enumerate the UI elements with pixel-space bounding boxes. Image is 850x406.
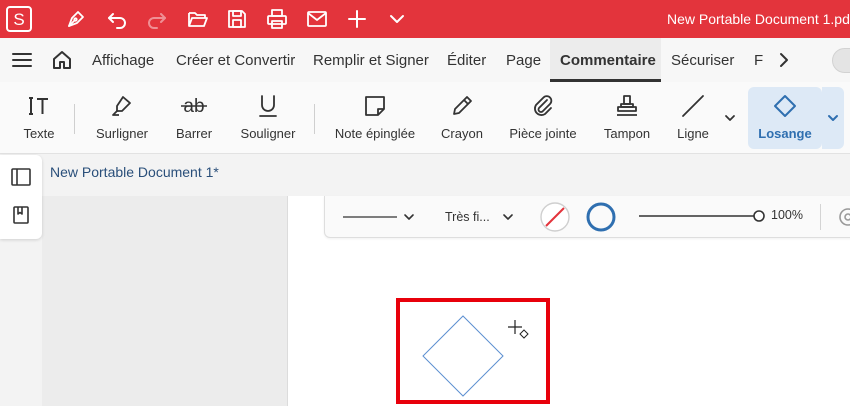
tool-label: Souligner (240, 126, 296, 141)
tool-label: Surligner (95, 126, 149, 141)
tool-label: Losange (758, 126, 812, 141)
line-weight-dropdown[interactable]: Très fi... (445, 206, 516, 228)
pen-nib-icon[interactable] (64, 7, 88, 31)
left-panel-rail (0, 155, 42, 239)
print-icon[interactable] (265, 7, 289, 31)
more-options-icon[interactable] (837, 206, 850, 228)
pencil-icon (449, 92, 475, 120)
opacity-value: 100% (771, 208, 803, 222)
menu-toggle-pill[interactable] (832, 48, 850, 73)
stroke-color-swatch-icon (586, 202, 616, 232)
menu-editer[interactable]: Éditer (447, 38, 486, 82)
tool-piece-jointe[interactable]: Pièce jointe (507, 82, 579, 154)
tool-label: Barrer (175, 126, 213, 141)
comment-toolbar: Texte Surligner ab Barrer Souligner Note… (0, 82, 850, 154)
open-folder-icon[interactable] (186, 7, 210, 31)
stroke-color-button[interactable] (585, 201, 617, 233)
opacity-slider-track (639, 210, 765, 222)
tool-label: Tampon (603, 126, 651, 141)
app-logo-letter: S (13, 10, 24, 29)
highlight-rectangle (396, 298, 550, 404)
plus-icon[interactable] (345, 7, 369, 31)
menu-remplir-signer[interactable]: Remplir et Signer (313, 38, 429, 82)
tool-tampon[interactable]: Tampon (601, 82, 653, 154)
tool-label: Ligne (677, 126, 709, 141)
menu-bar: Affichage Créer et Convertir Remplir et … (0, 38, 850, 82)
tool-label: Pièce jointe (509, 126, 577, 141)
shapes-dropdown-chevron-icon[interactable] (722, 110, 738, 126)
title-bar: S New Portable Document 1.pdf (0, 0, 850, 38)
line-style-dropdown[interactable] (339, 206, 419, 228)
line-weight-value: Très fi... (445, 210, 490, 224)
opacity-slider-thumb[interactable] (753, 210, 765, 222)
text-tool-icon (27, 92, 51, 120)
crosshair-diamond-cursor-icon (508, 320, 529, 339)
annotation-properties-bar: Très fi... 100% (324, 196, 850, 238)
diamond-icon (772, 92, 798, 120)
mail-icon[interactable] (305, 7, 329, 31)
tool-label: Crayon (441, 126, 483, 141)
chevron-right-icon[interactable] (775, 51, 793, 69)
hamburger-menu-icon[interactable] (11, 50, 33, 70)
chevron-down-icon[interactable] (385, 7, 409, 31)
underline-icon (256, 92, 280, 120)
tool-label: Texte (23, 126, 55, 141)
undo-icon[interactable] (105, 7, 129, 31)
tool-label: Note épinglée (334, 126, 416, 141)
toolbar-divider (314, 104, 315, 134)
stamp-icon (614, 92, 640, 120)
chevron-down-icon (828, 115, 838, 121)
home-icon[interactable] (51, 49, 73, 71)
tool-crayon[interactable]: Crayon (439, 82, 485, 154)
menu-commentaire[interactable]: Commentaire (550, 38, 661, 82)
toolbar-divider (74, 104, 75, 134)
chevron-down-icon (502, 214, 513, 220)
highlighter-icon (109, 92, 135, 120)
menu-f-truncated[interactable]: F (754, 38, 763, 82)
save-icon[interactable] (225, 7, 249, 31)
bookmark-icon[interactable] (11, 205, 31, 225)
menu-affichage[interactable]: Affichage (92, 38, 154, 82)
fill-color-button[interactable] (539, 201, 571, 233)
tool-losange[interactable]: Losange (748, 87, 822, 149)
tool-ligne[interactable]: Ligne (674, 82, 712, 154)
paperclip-icon (530, 92, 556, 120)
losange-options-button[interactable] (822, 87, 844, 149)
no-fill-icon (540, 202, 570, 232)
tool-note-epinglee[interactable]: Note épinglée (334, 82, 416, 154)
tool-surligner[interactable]: Surligner (90, 82, 154, 154)
line-icon (680, 92, 706, 120)
tool-texte[interactable]: Texte (17, 82, 61, 154)
opacity-slider[interactable] (637, 204, 769, 228)
properties-divider (820, 204, 821, 230)
strikethrough-icon: ab (179, 92, 209, 120)
menu-securiser[interactable]: Sécuriser (671, 38, 734, 82)
window-title: New Portable Document 1.pdf (667, 11, 850, 27)
menu-creer-convertir[interactable]: Créer et Convertir (176, 38, 295, 82)
redo-icon[interactable] (145, 7, 169, 31)
tool-souligner[interactable]: Souligner (236, 82, 300, 154)
tool-barrer[interactable]: ab Barrer (170, 82, 218, 154)
app-logo[interactable]: S (6, 6, 32, 32)
menu-page[interactable]: Page (506, 38, 541, 82)
document-tab-title[interactable]: New Portable Document 1* (50, 164, 219, 180)
sticky-note-icon (363, 92, 387, 120)
line-style-preview-icon (343, 214, 414, 220)
sidebar-panel-icon[interactable] (11, 167, 31, 187)
